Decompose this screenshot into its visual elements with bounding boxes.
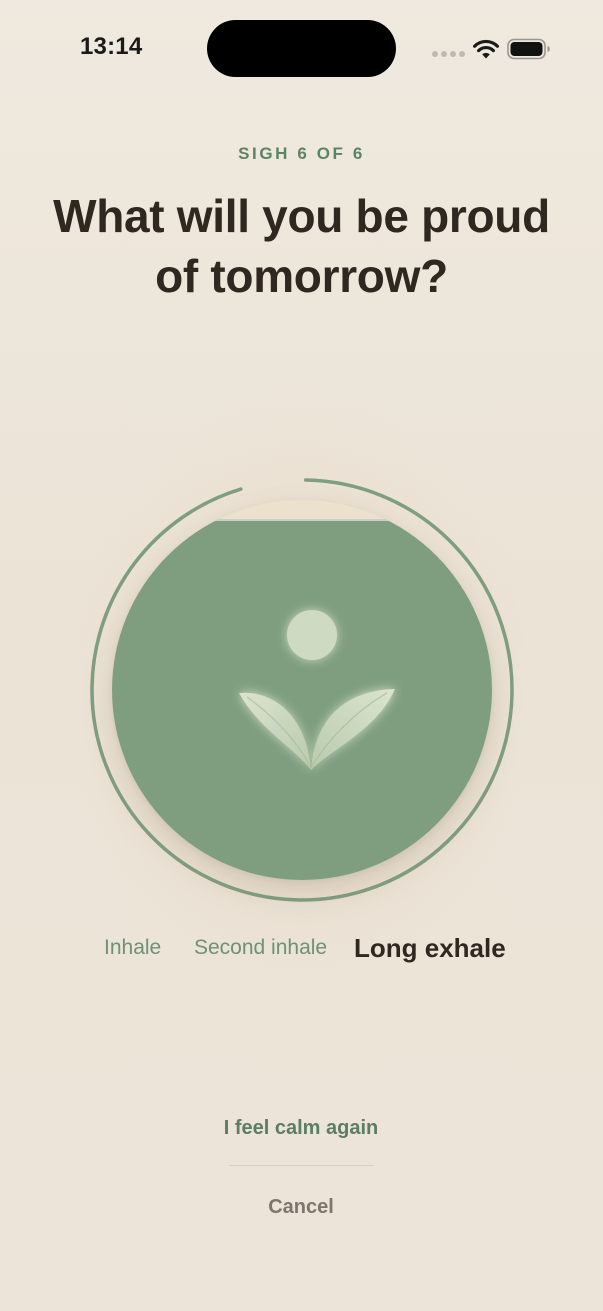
phase-second-inhale: Second inhale — [194, 936, 328, 959]
sprout-sun-icon — [239, 610, 395, 770]
divider — [229, 1165, 374, 1166]
cellular-signal-icon — [432, 51, 465, 57]
status-bar: 13:14 — [0, 0, 603, 100]
breath-fill-circle — [112, 500, 492, 880]
cancel-button[interactable]: Cancel — [201, 1187, 401, 1227]
breathing-orb — [82, 470, 522, 910]
step-counter: SIGH 6 OF 6 — [238, 144, 365, 163]
dynamic-island — [207, 20, 396, 77]
battery-icon — [507, 38, 550, 60]
breathing-phases: Inhale Second inhale Long exhale — [0, 930, 603, 970]
phase-long-exhale: Long exhale — [354, 933, 506, 963]
phase-inhale: Inhale — [104, 936, 162, 959]
status-time: 13:14 — [80, 33, 143, 60]
wifi-icon — [473, 39, 499, 59]
reflection-prompt: What will you be proud of tomorrow? — [53, 190, 550, 302]
calm-again-button[interactable]: I feel calm again — [151, 1108, 451, 1148]
